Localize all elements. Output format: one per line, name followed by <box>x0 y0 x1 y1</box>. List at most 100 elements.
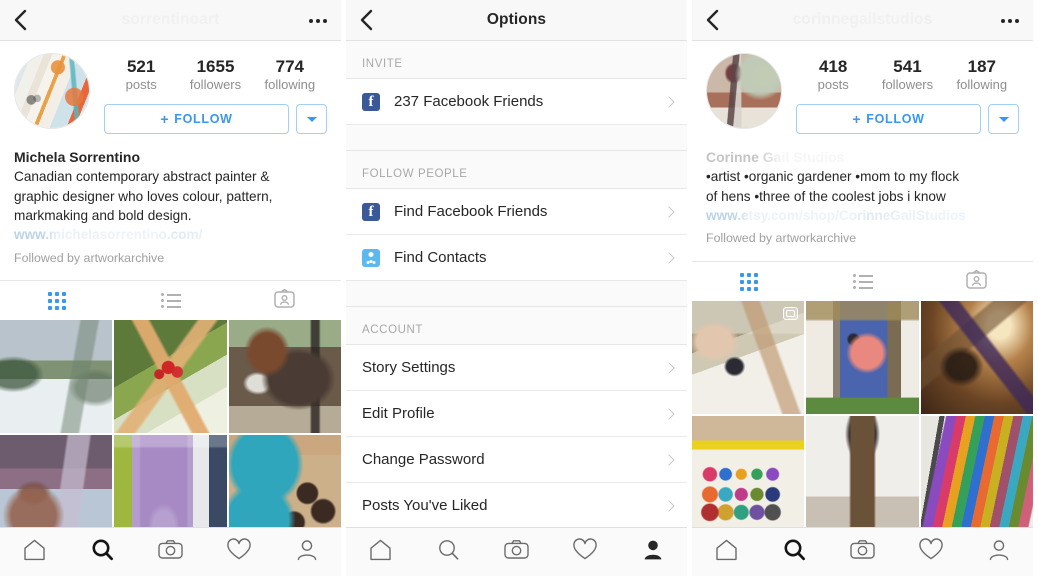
stat-posts[interactable]: 521 posts <box>104 57 178 93</box>
post-thumbnail <box>920 415 1033 528</box>
followers-label: followers <box>189 76 242 92</box>
profile-tab[interactable] <box>631 528 675 576</box>
more-options-button[interactable] <box>309 0 327 41</box>
camera-tab[interactable] <box>840 528 884 576</box>
option-posts-youve-liked[interactable]: Posts You've Liked <box>346 483 687 529</box>
website-link[interactable]: www.michelasorrentino.com/ <box>14 225 327 245</box>
profile-tab[interactable] <box>977 528 1021 576</box>
post-thumbnail <box>806 415 919 528</box>
home-tab[interactable] <box>358 528 402 576</box>
grid-item[interactable] <box>806 301 919 414</box>
stat-posts[interactable]: 418 posts <box>796 57 870 93</box>
option-change-password[interactable]: Change Password <box>346 437 687 483</box>
left-profile-screen: sorrentinoart 521 posts 1655 followers 7… <box>0 0 341 576</box>
bio-section: Michela Sorrentino Canadian contemporary… <box>0 134 341 268</box>
person-icon <box>987 538 1011 567</box>
posts-count: 418 <box>818 57 848 76</box>
photo-grid <box>0 320 341 548</box>
stat-followers[interactable]: 1655 followers <box>178 57 252 93</box>
following-count: 774 <box>275 57 304 76</box>
grid-item[interactable] <box>114 320 227 433</box>
stat-followers[interactable]: 541 followers <box>870 57 944 93</box>
search-tab[interactable] <box>80 528 124 576</box>
tagged-tab[interactable] <box>227 281 341 321</box>
back-chevron-icon <box>706 9 719 31</box>
tagged-tab[interactable] <box>919 262 1033 302</box>
navbar: Options <box>346 0 687 41</box>
tagged-photos-icon <box>273 288 295 313</box>
photo-grid <box>692 301 1033 528</box>
following-count: 187 <box>967 57 996 76</box>
camera-tab[interactable] <box>494 528 538 576</box>
dot <box>1008 18 1012 23</box>
chevron-right-icon <box>663 453 675 466</box>
dot <box>316 18 320 23</box>
grid-tab[interactable] <box>0 281 114 321</box>
activity-tab[interactable] <box>217 528 261 576</box>
back-button[interactable] <box>0 0 40 41</box>
option-find-contacts[interactable]: Find Contacts <box>346 235 687 281</box>
followers-count: 541 <box>893 57 922 76</box>
page-title: corinnegailstudios <box>792 11 933 28</box>
back-chevron-icon <box>14 9 27 31</box>
grid-item[interactable] <box>920 415 1033 528</box>
option-story-settings[interactable]: Story Settings <box>346 345 687 391</box>
profile-tab[interactable] <box>285 528 329 576</box>
facebook-icon <box>362 92 380 111</box>
section-header-follow-people: FOLLOW PEOPLE <box>346 151 687 189</box>
bio-section: Corinne Gail Studios •artist •organic ga… <box>692 134 1033 249</box>
posts-label: posts <box>125 76 157 92</box>
home-icon <box>368 538 393 567</box>
search-icon <box>436 538 461 567</box>
full-name: Michela Sorrentino <box>14 149 141 166</box>
grid-item[interactable] <box>228 320 341 433</box>
bottom-nav <box>346 527 687 576</box>
stat-following[interactable]: 187 following <box>945 57 1019 93</box>
list-tab[interactable] <box>114 281 228 321</box>
follow-button[interactable]: + FOLLOW <box>796 104 981 135</box>
followers-count: 1655 <box>196 57 235 76</box>
option-label: 237 Facebook Friends <box>394 93 544 110</box>
home-tab[interactable] <box>704 528 748 576</box>
grid-item[interactable] <box>806 415 919 528</box>
three-phone-screenshots: sorrentinoart 521 posts 1655 followers 7… <box>0 0 1038 576</box>
grid-item[interactable] <box>920 301 1033 414</box>
following-label: following <box>264 76 316 92</box>
post-thumbnail <box>920 301 1033 414</box>
avatar[interactable] <box>706 53 782 129</box>
website-link[interactable]: www.etsy.com/shop/CorinneGailStudios <box>706 206 1019 226</box>
search-tab[interactable] <box>426 528 470 576</box>
section-header-account: ACCOUNT <box>346 307 687 345</box>
dot <box>1015 18 1019 23</box>
stat-following[interactable]: 774 following <box>253 57 327 93</box>
option-label: Change Password <box>362 451 485 468</box>
grid-tab[interactable] <box>692 262 806 302</box>
more-options-button[interactable] <box>1001 0 1019 41</box>
follow-button-label: FOLLOW <box>174 112 233 127</box>
grid-item[interactable] <box>692 415 805 528</box>
avatar-image <box>707 54 781 128</box>
grid-item[interactable] <box>0 320 113 433</box>
list-tab[interactable] <box>806 262 920 302</box>
back-button[interactable] <box>692 0 732 41</box>
back-button[interactable] <box>346 0 386 41</box>
camera-tab[interactable] <box>148 528 192 576</box>
grid-icon <box>739 272 758 291</box>
chevron-right-icon <box>663 95 675 108</box>
list-icon <box>160 293 181 309</box>
activity-tab[interactable] <box>563 528 607 576</box>
home-icon <box>714 538 739 567</box>
follow-dropdown-button[interactable] <box>296 104 327 135</box>
more-options-icon <box>309 18 313 23</box>
option-edit-profile[interactable]: Edit Profile <box>346 391 687 437</box>
follow-button[interactable]: + FOLLOW <box>104 104 289 135</box>
activity-tab[interactable] <box>909 528 953 576</box>
option-facebook-friends-invite[interactable]: 237 Facebook Friends <box>346 79 687 125</box>
home-tab[interactable] <box>12 528 56 576</box>
avatar[interactable] <box>14 53 90 129</box>
search-tab[interactable] <box>772 528 816 576</box>
option-find-facebook-friends[interactable]: Find Facebook Friends <box>346 189 687 235</box>
avatar-image <box>15 54 89 128</box>
follow-dropdown-button[interactable] <box>988 104 1019 135</box>
grid-item[interactable] <box>692 301 805 414</box>
